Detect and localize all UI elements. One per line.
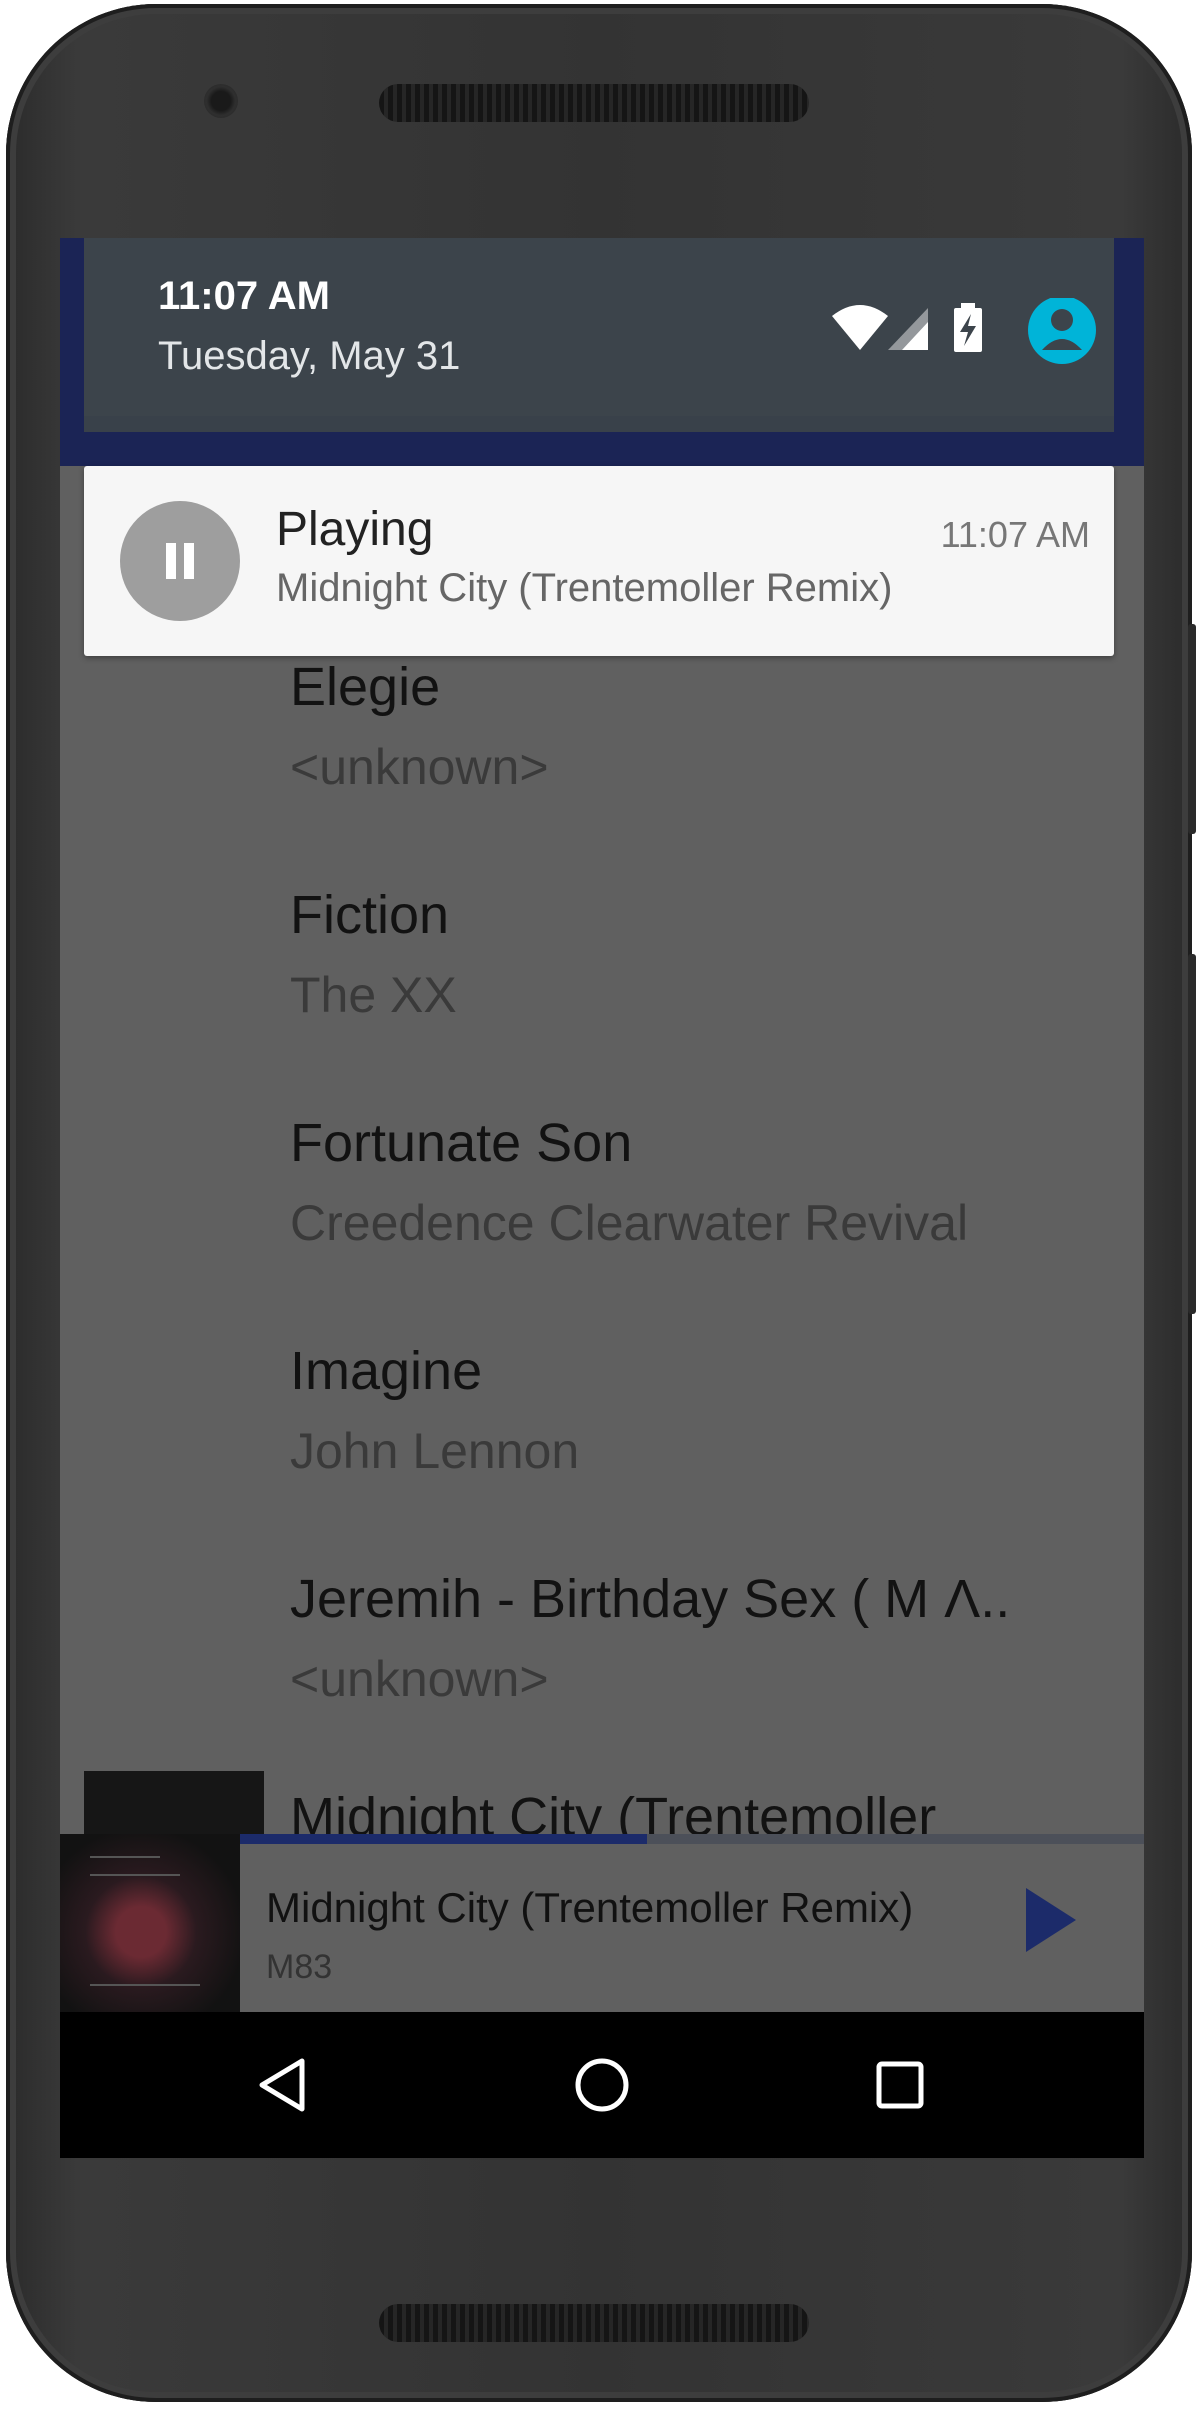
track-item[interactable]: Elegie <unknown> xyxy=(290,656,549,796)
mini-player[interactable]: Midnight City (Trentemoller Remix) M83 xyxy=(60,1834,1144,2012)
track-artist: John Lennon xyxy=(290,1423,580,1479)
progress-fill xyxy=(240,1834,647,1844)
track-item[interactable]: Fiction The XX xyxy=(290,884,457,1024)
date: Tuesday, May 31 xyxy=(158,334,461,378)
bottom-speaker xyxy=(379,2304,809,2342)
track-artist: The XX xyxy=(290,967,457,1023)
status-icons xyxy=(828,296,1128,378)
signal-icon xyxy=(888,308,928,350)
player-title: Midnight City (Trentemoller Remix) xyxy=(266,1884,914,1931)
track-thumbnail xyxy=(84,1771,264,1835)
front-camera xyxy=(204,84,238,118)
notification-title: Playing xyxy=(276,503,434,556)
track-item[interactable]: Imagine John Lennon xyxy=(290,1340,579,1480)
notification-time: 11:07 AM xyxy=(940,514,1090,555)
notification-subtitle: Midnight City (Trentemoller Remix) xyxy=(276,566,893,610)
pause-icon xyxy=(120,501,240,621)
phone-frame: 11:07 AM Tuesday, May 31 Playing Midnigh… xyxy=(6,4,1196,2402)
play-icon[interactable] xyxy=(1026,1888,1076,1952)
clock: 11:07 AM xyxy=(158,274,330,318)
back-icon xyxy=(259,2058,305,2112)
navigation-bar xyxy=(60,2012,1144,2158)
recents-icon xyxy=(876,2061,924,2109)
album-art xyxy=(60,1834,240,2012)
volume-button xyxy=(1188,954,1196,1314)
track-title: Elegie xyxy=(290,657,441,717)
notification-shade-header[interactable]: 11:07 AM Tuesday, May 31 xyxy=(84,238,1114,416)
wifi-icon xyxy=(832,305,888,350)
shade-divider xyxy=(84,416,1114,432)
track-title: Jeremih - Birthday Sex ( M Λ.. xyxy=(290,1569,1011,1629)
track-artist: Creedence Clearwater Revival xyxy=(290,1195,969,1251)
track-title: Fortunate Son xyxy=(290,1113,633,1173)
pause-button[interactable] xyxy=(120,501,240,621)
battery-charging-icon xyxy=(954,303,982,352)
track-item[interactable]: Jeremih - Birthday Sex ( M Λ.. <unknown> xyxy=(290,1568,1010,1708)
top-speaker xyxy=(379,84,809,122)
track-title: Fiction xyxy=(290,885,450,945)
playing-notification[interactable]: Playing Midnight City (Trentemoller Remi… xyxy=(84,466,1114,656)
screen: 11:07 AM Tuesday, May 31 Playing Midnigh… xyxy=(60,238,1144,2158)
account-icon[interactable] xyxy=(1028,296,1096,364)
power-button xyxy=(1188,624,1196,834)
track-artist: <unknown> xyxy=(290,1651,549,1707)
track-artist: <unknown> xyxy=(290,739,549,795)
track-title: Imagine xyxy=(290,1341,483,1401)
player-artist: M83 xyxy=(266,1948,333,1986)
track-item[interactable]: Fortunate Son Creedence Clearwater Reviv… xyxy=(290,1112,968,1252)
recents-button[interactable] xyxy=(840,2012,960,2158)
back-button[interactable] xyxy=(224,2012,344,2158)
home-icon xyxy=(575,2058,629,2112)
home-button[interactable] xyxy=(542,2012,662,2158)
